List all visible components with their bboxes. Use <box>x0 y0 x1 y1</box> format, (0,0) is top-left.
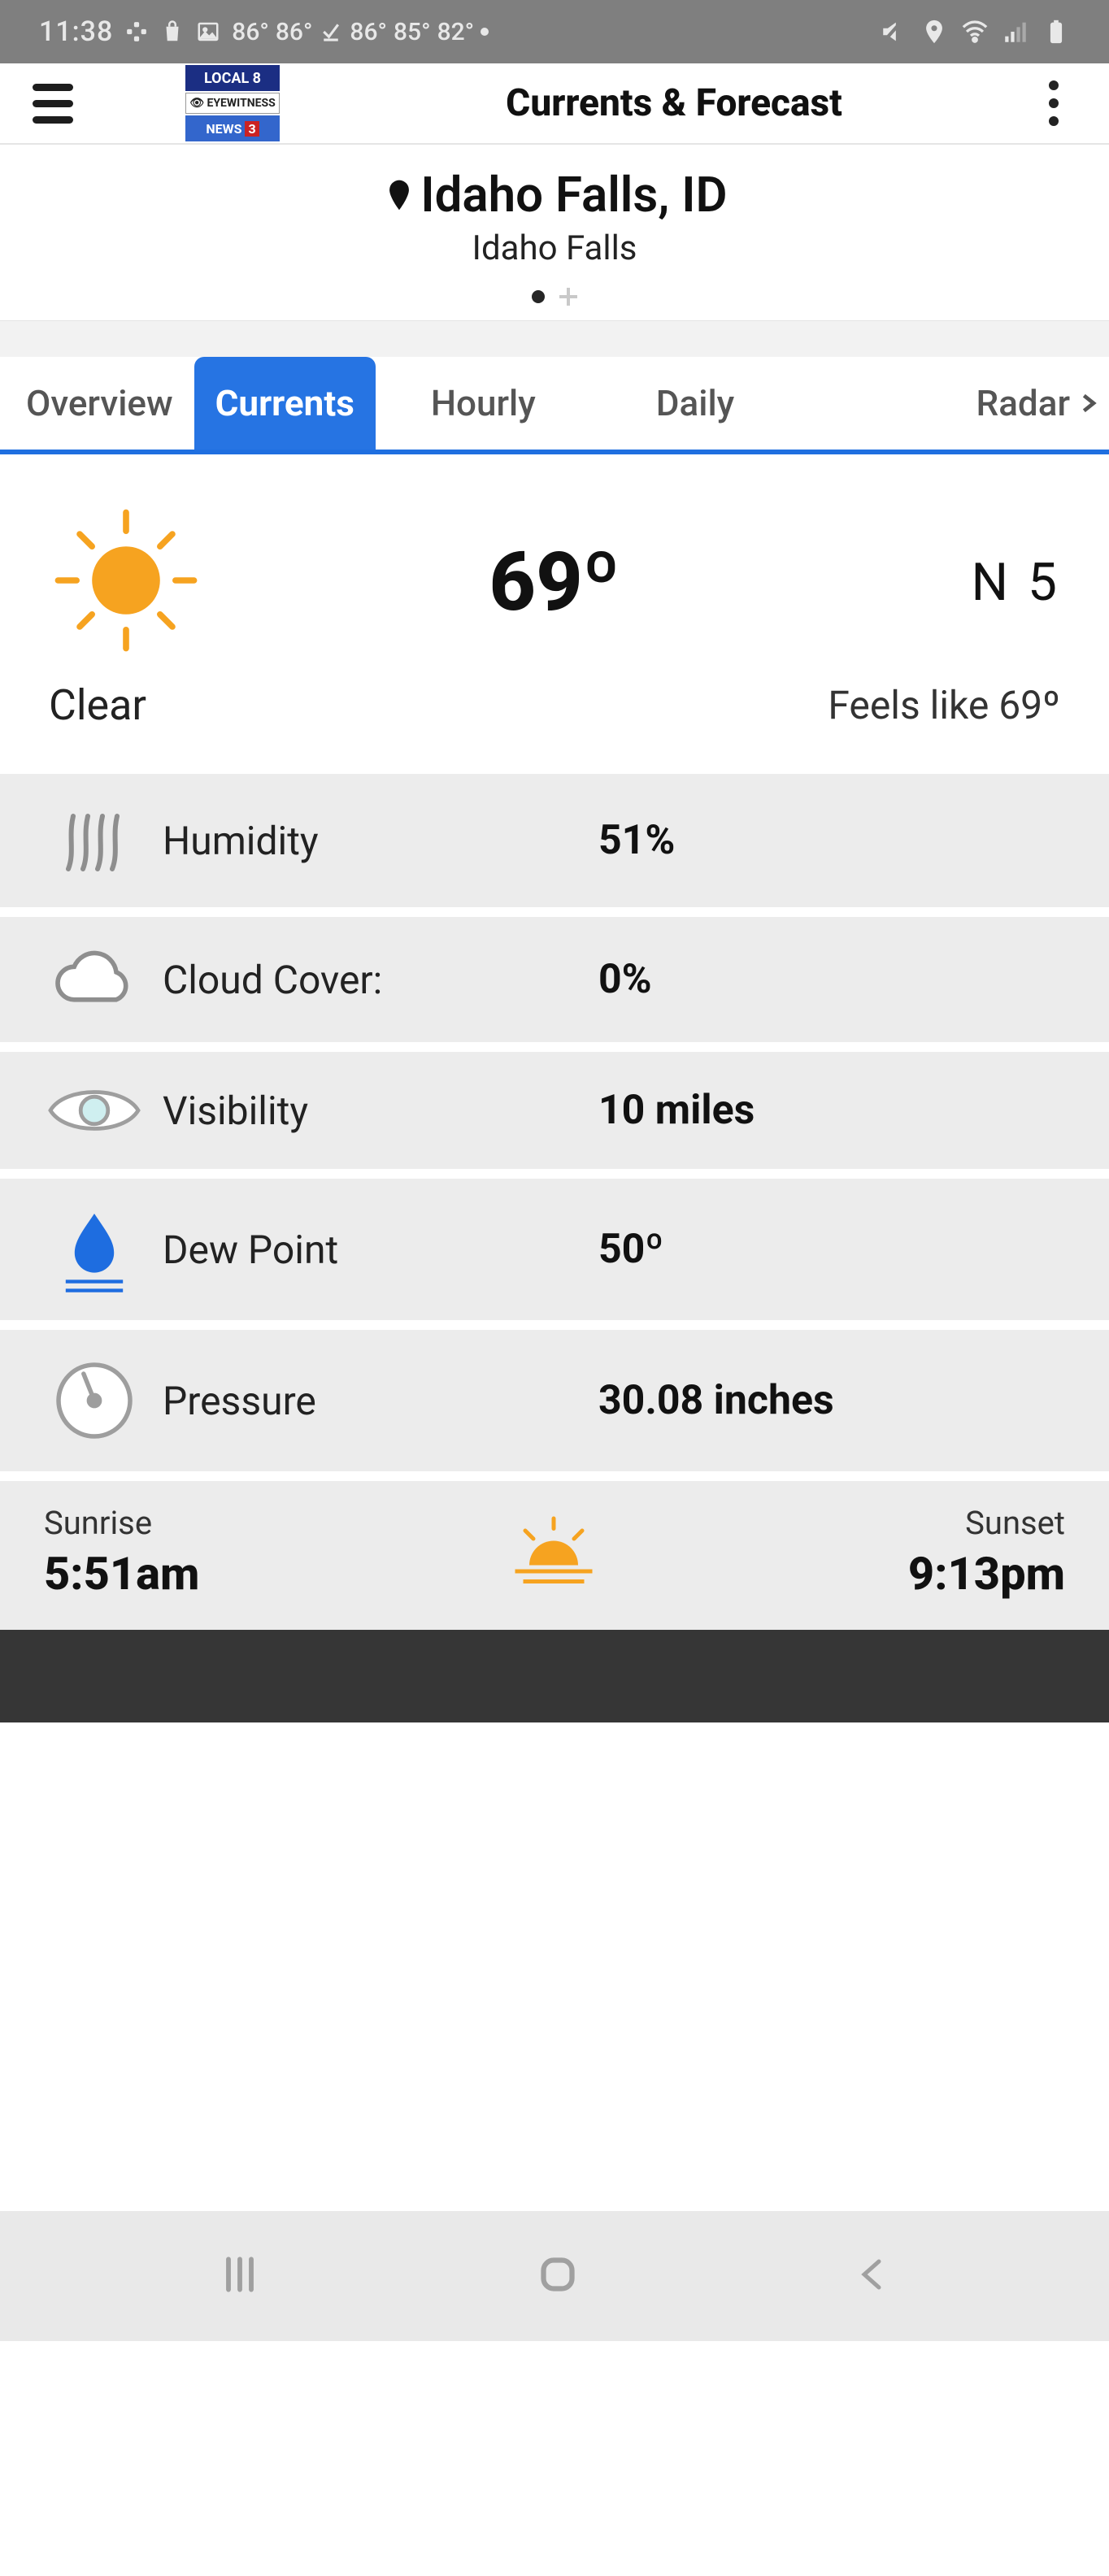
more-button[interactable] <box>1041 72 1067 134</box>
metric-label: Visibility <box>143 1088 598 1134</box>
download-icon <box>319 20 343 44</box>
mute-icon <box>880 18 907 46</box>
menu-button[interactable] <box>24 76 81 132</box>
eye-icon <box>46 1078 143 1143</box>
current-wind: N 5 <box>849 552 1060 613</box>
location-sub: Idaho Falls <box>0 228 1109 268</box>
location-main: Idaho Falls, ID <box>0 166 1109 224</box>
pin-icon <box>381 174 417 216</box>
sunset-label: Sunset <box>908 1504 1065 1542</box>
dewpoint-icon <box>46 1205 143 1294</box>
status-dot <box>481 28 489 36</box>
feels-like: Feels like 69º <box>260 682 1060 728</box>
slack-icon <box>124 20 149 44</box>
tab-hourly[interactable]: Hourly <box>410 357 557 450</box>
status-temps: 86° 86° 86° 85° 82° <box>232 18 489 46</box>
currents-hero: 69º N 5 Clear Feels like 69º <box>0 454 1109 774</box>
metric-label: Humidity <box>143 818 598 864</box>
metric-dewpoint: Dew Point 50º <box>0 1179 1109 1320</box>
picture-icon <box>196 20 220 44</box>
metric-pressure: Pressure 30.08 inches <box>0 1330 1109 1471</box>
metric-value: 50º <box>598 1226 663 1273</box>
pager-add-location[interactable] <box>559 288 577 306</box>
sunset-block: Sunset 9:13pm <box>908 1504 1065 1601</box>
location-pager[interactable] <box>0 288 1109 306</box>
metric-value: 10 miles <box>598 1087 755 1134</box>
app-header: LOCAL 8 👁 EYEWITNESS NEWS3 Currents & Fo… <box>0 63 1109 145</box>
metric-value: 0% <box>598 956 652 1003</box>
tab-currents[interactable]: Currents <box>194 357 376 450</box>
status-bar: 11:38 86° 86° 86° 85° 82° <box>0 0 1109 63</box>
page-title: Currents & Forecast <box>296 81 1052 125</box>
location-card[interactable]: Idaho Falls, ID Idaho Falls <box>0 145 1109 321</box>
nav-home-button[interactable] <box>533 2250 582 2302</box>
wifi-icon <box>961 18 989 46</box>
sunrise-sunset-icon <box>501 1510 607 1595</box>
sun-icon <box>49 503 260 661</box>
metric-visibility: Visibility 10 miles <box>0 1052 1109 1169</box>
current-temp: 69º <box>260 535 849 630</box>
status-time: 11:38 <box>39 15 113 48</box>
location-pin-icon <box>920 18 948 46</box>
battery-icon <box>1042 18 1070 46</box>
chevron-right-icon <box>1076 385 1099 421</box>
station-logo: LOCAL 8 👁 EYEWITNESS NEWS3 <box>185 61 280 146</box>
cloud-icon <box>46 943 143 1016</box>
metric-label: Pressure <box>143 1378 598 1424</box>
humidity-icon <box>46 800 143 881</box>
bag-icon <box>160 20 185 44</box>
metric-humidity: Humidity 51% <box>0 774 1109 907</box>
nav-back-button[interactable] <box>853 2252 892 2300</box>
metric-value: 51% <box>598 817 675 864</box>
tabs: Overview Currents Hourly Daily Radar <box>0 357 1109 454</box>
current-condition: Clear <box>49 680 260 730</box>
sunrise-block: Sunrise 5:51am <box>44 1504 199 1601</box>
sunset-time: 9:13pm <box>908 1547 1065 1601</box>
sunrise-label: Sunrise <box>44 1504 199 1542</box>
metric-label: Cloud Cover: <box>143 957 598 1003</box>
nav-bar <box>0 2211 1109 2341</box>
sun-row: Sunrise 5:51am Sunset 9:13pm <box>0 1481 1109 1630</box>
metric-label: Dew Point <box>143 1227 598 1273</box>
tab-overview[interactable]: Overview <box>5 357 194 450</box>
pressure-icon <box>46 1356 143 1445</box>
metric-cloud-cover: Cloud Cover: 0% <box>0 917 1109 1042</box>
tab-radar-label: Radar <box>976 382 1070 424</box>
tab-daily[interactable]: Daily <box>635 357 755 450</box>
nav-recent-button[interactable] <box>217 2252 263 2300</box>
tab-radar[interactable]: Radar <box>955 357 1104 450</box>
ad-banner-placeholder <box>0 1630 1109 1722</box>
signal-icon <box>1002 18 1029 46</box>
pager-dot-active[interactable] <box>532 290 545 303</box>
metric-value: 30.08 inches <box>598 1377 834 1424</box>
sunrise-time: 5:51am <box>44 1547 199 1601</box>
